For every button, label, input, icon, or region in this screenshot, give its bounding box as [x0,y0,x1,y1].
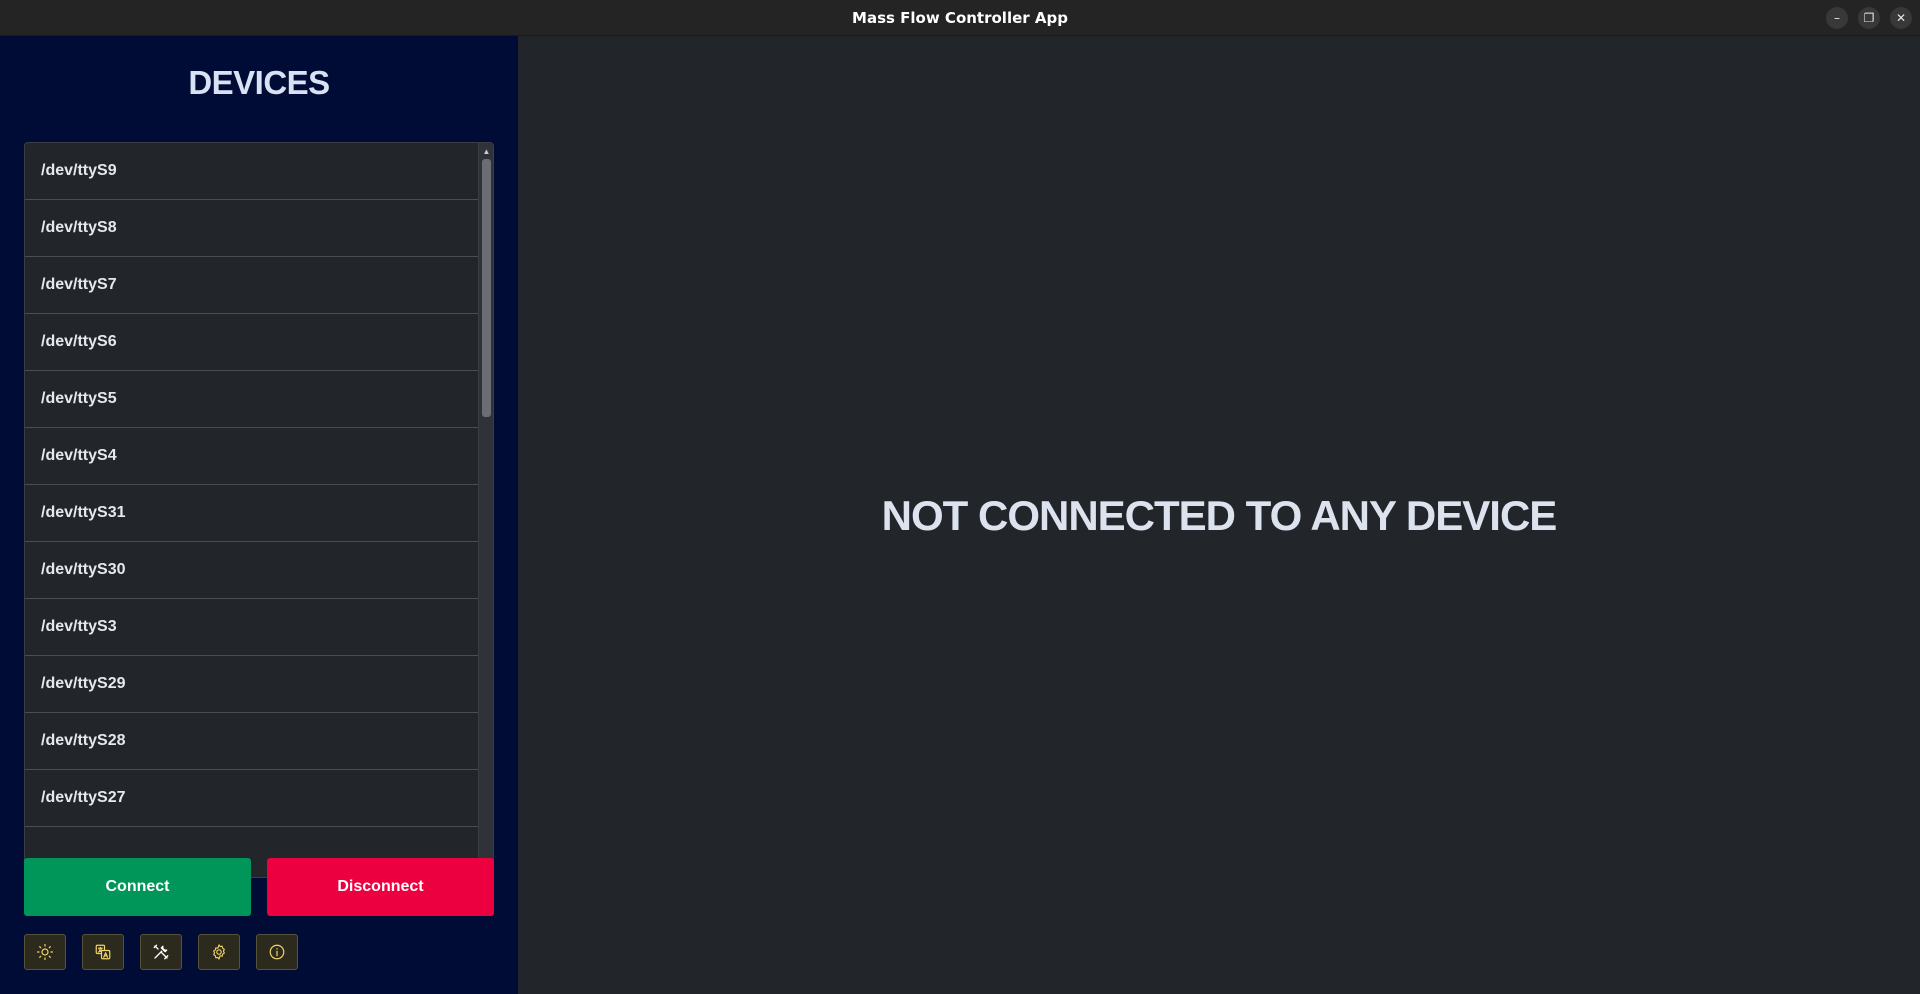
disconnect-button[interactable]: Disconnect [267,858,494,916]
title-bar: Mass Flow Controller App – ❐ ✕ [0,0,1920,36]
info-icon [269,944,285,960]
minimize-button[interactable]: – [1826,7,1848,29]
device-item[interactable]: /dev/ttyS9 [25,143,479,200]
gear-icon [213,944,225,960]
scroll-thumb[interactable] [482,159,491,417]
list-scrollbar[interactable]: ▲ ▼ [478,143,493,877]
tools-icon [153,944,169,960]
window-title: Mass Flow Controller App [852,8,1068,27]
info-button[interactable] [256,934,298,970]
device-item[interactable]: /dev/ttyS29 [25,656,479,713]
connection-status: NOT CONNECTED TO ANY DEVICE [881,492,1558,539]
device-item[interactable]: /dev/ttyS27 [25,770,479,827]
translate-icon [95,944,111,960]
tools-button[interactable] [140,934,182,970]
restore-button[interactable]: ❐ [1858,7,1880,29]
main-panel: NOT CONNECTED TO ANY DEVICE [518,36,1920,994]
device-item[interactable]: /dev/ttyS8 [25,200,479,257]
device-item[interactable]: /dev/ttyS6 [25,314,479,371]
device-item[interactable]: /dev/ttyS5 [25,371,479,428]
device-item[interactable]: /dev/ttyS7 [25,257,479,314]
device-item[interactable]: /dev/ttyS31 [25,485,479,542]
connect-button[interactable]: Connect [24,858,251,916]
devices-heading: DEVICES [188,64,330,101]
device-item[interactable]: /dev/ttyS4 [25,428,479,485]
theme-toggle-button[interactable] [24,934,66,970]
close-button[interactable]: ✕ [1890,7,1912,29]
device-item[interactable]: /dev/ttyS28 [25,713,479,770]
device-list[interactable]: /dev/ttyS9 /dev/ttyS8 /dev/ttyS7 /dev/tt… [24,142,494,878]
scroll-up-arrow-icon[interactable]: ▲ [479,144,493,158]
sun-icon [36,943,54,961]
sidebar: DEVICES /dev/ttyS9 /dev/ttyS8 /dev/ttyS7… [0,36,518,994]
device-item[interactable]: /dev/ttyS3 [25,599,479,656]
device-item[interactable]: /dev/ttyS30 [25,542,479,599]
language-button[interactable] [82,934,124,970]
settings-button[interactable] [198,934,240,970]
window-controls: – ❐ ✕ [1826,7,1912,29]
